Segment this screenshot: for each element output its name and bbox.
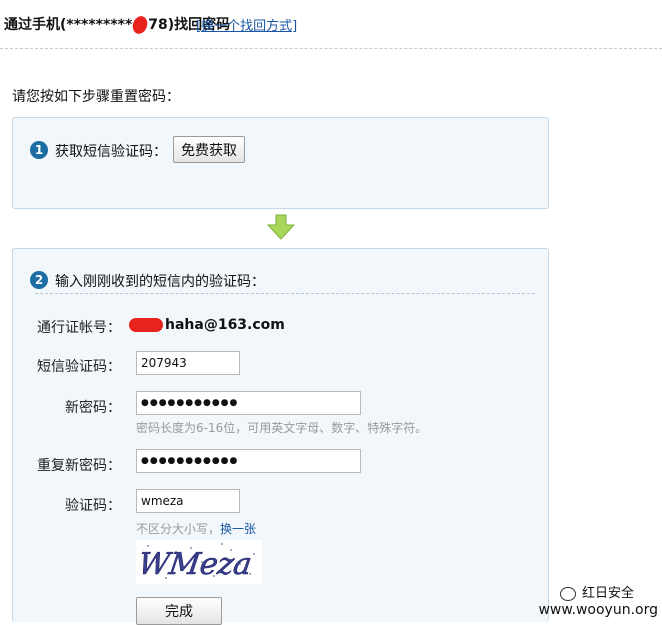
sms-code-label: 短信验证码： — [37, 359, 121, 375]
new-password-label: 新密码： — [65, 400, 121, 416]
down-arrow-icon — [266, 214, 296, 240]
step1-label: 获取短信验证码： — [55, 144, 167, 160]
wechat-icon — [559, 586, 576, 601]
refresh-captcha-link[interactable]: 换一张 — [220, 522, 256, 536]
step2-label: 输入刚刚收到的短信内的验证码： — [55, 274, 265, 290]
captcha-image: WMeza — [136, 540, 262, 584]
redaction-mark — [129, 318, 163, 332]
watermark-brand: 红日安全 — [559, 582, 634, 601]
captcha-hint: 不区分大小写，换一张 — [136, 520, 256, 537]
intro-text: 请您按如下步骤重置密码： — [12, 89, 180, 105]
get-sms-code-button[interactable]: 免费获取 — [173, 136, 245, 163]
step2-number-badge: 2 — [30, 271, 48, 289]
page-header: 通过手机(********* 78)找回密码 [换一个找回方式] — [0, 0, 662, 49]
step1-number-badge: 1 — [30, 141, 48, 159]
captcha-input[interactable] — [136, 489, 240, 513]
new-password-input[interactable] — [136, 391, 361, 415]
switch-method-link[interactable]: [换一个找回方式] — [196, 15, 297, 34]
step2-panel: 2 输入刚刚收到的短信内的验证码： 通行证帐号： haha@163.com 短信… — [12, 248, 549, 625]
captcha-label: 验证码： — [65, 498, 121, 514]
step1-panel: 1 获取短信验证码： 免费获取 — [12, 117, 549, 209]
captcha-hint-text: 不区分大小写， — [136, 522, 221, 536]
repeat-password-label: 重复新密码： — [37, 458, 121, 474]
watermark-url: www.wooyun.org — [538, 602, 658, 618]
step2-divider — [35, 293, 535, 294]
account-value: haha@163.com — [129, 317, 285, 333]
password-hint: 密码长度为6-16位，可用英文字母、数字、特殊字符。 — [136, 421, 428, 435]
captcha-image-text: WMeza — [136, 547, 254, 582]
watermark-brand-text: 红日安全 — [581, 586, 634, 601]
repeat-password-input[interactable] — [136, 449, 361, 473]
account-label: 通行证帐号： — [37, 320, 121, 336]
account-email: haha@163.com — [165, 317, 285, 333]
title-prefix: 通过手机(********* — [4, 17, 133, 33]
sms-code-input[interactable] — [136, 351, 240, 375]
submit-button[interactable]: 完成 — [136, 597, 222, 625]
